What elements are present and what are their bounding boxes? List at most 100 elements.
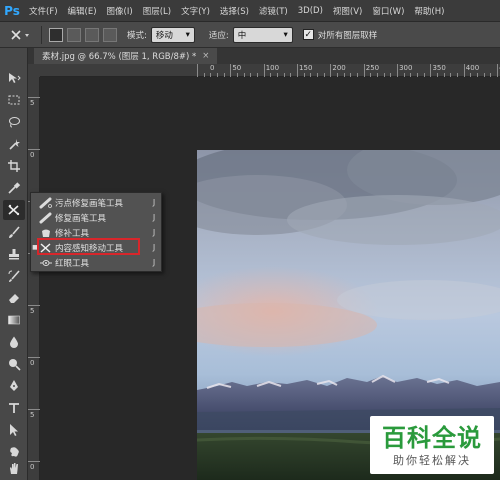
marquee-tool[interactable] xyxy=(3,90,25,110)
ruler-tick xyxy=(497,64,499,77)
spot-healing-brush-icon xyxy=(39,197,53,209)
shortcut-key: J xyxy=(152,243,156,252)
clone-stamp-tool[interactable] xyxy=(3,244,25,264)
adapt-select[interactable]: 中 ▾ xyxy=(232,26,293,43)
ruler-tick xyxy=(430,64,432,77)
sample-all-layers-checkbox[interactable]: ✓ xyxy=(302,29,314,40)
crop-icon xyxy=(8,160,20,172)
quick-selection-tool[interactable] xyxy=(3,134,25,154)
menu-filter[interactable]: 滤镜(T) xyxy=(254,5,293,17)
ruler-tick xyxy=(28,461,40,462)
hand-tool[interactable] xyxy=(3,458,25,478)
crop-tool[interactable] xyxy=(3,156,25,176)
ruler-tick xyxy=(28,409,40,410)
move-tool[interactable] xyxy=(3,68,25,88)
flyout-item-healing-brush[interactable]: 修复画笔工具 J xyxy=(31,210,161,225)
menu-select[interactable]: 选择(S) xyxy=(215,5,254,17)
ruler-tick xyxy=(330,64,332,77)
photoshop-logo: Ps xyxy=(4,3,20,18)
ruler-label: 0 xyxy=(30,151,35,159)
eyedropper-tool[interactable] xyxy=(3,178,25,198)
ruler-label: 400 xyxy=(465,64,480,72)
close-icon[interactable]: × xyxy=(202,51,209,61)
mode-label: 模式: xyxy=(127,30,147,41)
brush-tool[interactable] xyxy=(3,222,25,242)
red-eye-icon xyxy=(39,257,53,269)
shortcut-key: J xyxy=(152,258,156,267)
adapt-label: 适应: xyxy=(208,30,229,41)
healing-brush-icon xyxy=(39,212,53,224)
flyout-item-red-eye[interactable]: 红眼工具 J xyxy=(31,255,161,270)
ruler-label: 250 xyxy=(365,64,380,72)
pen-tool[interactable] xyxy=(3,376,25,396)
gradient-tool[interactable] xyxy=(3,310,25,330)
shape-icon xyxy=(10,447,19,457)
menu-edit[interactable]: 编辑(E) xyxy=(63,5,102,17)
healing-tools-flyout: 污点修复画笔工具 J 修复画笔工具 J 修补工具 J ■ 内容感知移动工具 J … xyxy=(30,192,162,272)
document-tab[interactable]: 素材.jpg @ 66.7% (图层 1, RGB/8#) * × xyxy=(34,48,218,64)
eyedropper-icon xyxy=(8,182,21,194)
ruler-label: 150 xyxy=(299,64,313,72)
flyout-item-label: 修补工具 xyxy=(55,228,90,239)
menu-window[interactable]: 窗口(W) xyxy=(367,5,409,17)
document-title: 素材.jpg @ 66.7% (图层 1, RGB/8#) * xyxy=(42,52,197,62)
ruler-label: 0 xyxy=(30,359,35,367)
new-selection-button[interactable] xyxy=(49,27,63,42)
menu-bar: Ps 文件(F) 编辑(E) 图像(I) 图层(L) 文字(Y) 选择(S) 滤… xyxy=(0,0,500,22)
ruler-top: 0 50100150200250300350400450 xyxy=(40,64,500,77)
shortcut-key: J xyxy=(152,198,156,207)
ruler-tick xyxy=(230,64,232,77)
patch-icon xyxy=(39,227,53,239)
ruler-left: 50505050 xyxy=(28,77,40,480)
shortcut-key: J xyxy=(152,213,156,222)
ruler-tick xyxy=(463,64,465,77)
content-aware-move-icon xyxy=(8,204,20,216)
mode-select[interactable]: 移动 ▾ xyxy=(150,26,195,43)
gradient-icon xyxy=(8,315,20,325)
intersect-selection-button[interactable] xyxy=(103,27,117,42)
content-aware-move-icon xyxy=(11,29,29,40)
toolbox xyxy=(0,48,28,480)
ruler-tick xyxy=(297,64,299,77)
options-bar: 模式: 移动 ▾ 适应: 中 ▾ ✓ 对所有图层取样 xyxy=(0,22,500,48)
blur-icon xyxy=(10,336,18,348)
menu-layer[interactable]: 图层(L) xyxy=(138,5,176,17)
eraser-tool[interactable] xyxy=(3,288,25,308)
highlight-box xyxy=(37,238,140,255)
path-selection-tool[interactable] xyxy=(3,420,25,440)
history-brush-tool[interactable] xyxy=(3,266,25,286)
type-icon xyxy=(9,403,19,413)
lasso-tool[interactable] xyxy=(3,112,25,132)
menu-file[interactable]: 文件(F) xyxy=(24,5,63,17)
mode-value: 移动 xyxy=(155,30,173,41)
ruler-label: 350 xyxy=(432,64,446,72)
ruler-label: 5 xyxy=(30,411,35,419)
subtract-selection-button[interactable] xyxy=(85,27,99,42)
healing-tool[interactable] xyxy=(3,200,25,220)
eraser-icon xyxy=(9,294,19,303)
hand-icon xyxy=(10,463,18,474)
menu-image[interactable]: 图像(I) xyxy=(102,5,138,17)
ruler-tick xyxy=(197,64,198,77)
add-to-selection-button[interactable] xyxy=(67,27,81,42)
flyout-item-spot-healing[interactable]: 污点修复画笔工具 J xyxy=(31,195,161,210)
menu-view[interactable]: 视图(V) xyxy=(328,5,367,17)
ruler-tick xyxy=(28,357,40,358)
type-tool[interactable] xyxy=(3,398,25,418)
flyout-item-label: 污点修复画笔工具 xyxy=(55,198,124,209)
ruler-label: 200 xyxy=(332,64,346,72)
watermark-title: 百科全说 xyxy=(382,424,482,452)
menu-type[interactable]: 文字(Y) xyxy=(176,5,215,17)
ruler-tick xyxy=(28,149,40,150)
menu-3d[interactable]: 3D(D) xyxy=(293,6,328,16)
menu-help[interactable]: 帮助(H) xyxy=(409,5,449,17)
ruler-tick xyxy=(263,64,265,77)
separator xyxy=(41,25,42,44)
blur-tool[interactable] xyxy=(3,332,25,352)
dodge-tool[interactable] xyxy=(3,354,25,374)
tool-preset-picker[interactable] xyxy=(6,25,36,45)
ruler-label: 5 xyxy=(30,307,35,315)
ruler-label: 100 xyxy=(265,64,280,72)
history-brush-icon xyxy=(8,270,20,282)
ruler-label: 0 xyxy=(30,463,35,471)
